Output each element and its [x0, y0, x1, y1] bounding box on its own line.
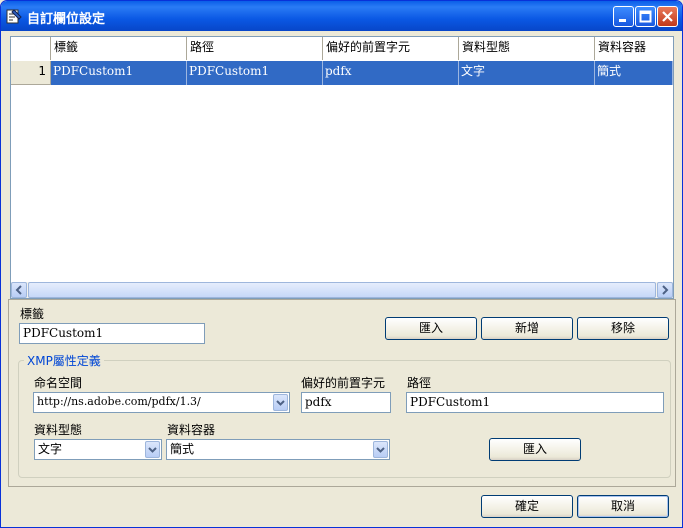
namespace-dropdown-button[interactable]: [273, 394, 288, 411]
container-label: 資料容器: [167, 423, 216, 437]
path-label: 路徑: [407, 376, 432, 390]
close-button[interactable]: [657, 6, 678, 27]
remove-button[interactable]: 移除: [577, 317, 669, 340]
xmp-import-button[interactable]: 匯入: [489, 438, 581, 461]
window-title: 自訂欄位設定: [27, 12, 106, 27]
container-combo[interactable]: 簡式: [166, 439, 390, 460]
xmp-group-title: XMP屬性定義: [24, 352, 104, 369]
arrow-left-icon: [15, 285, 22, 295]
table-row[interactable]: 1 PDFCustom1 PDFCustom1 pdfx 文字 簡式: [11, 61, 673, 85]
maximize-icon: [639, 10, 652, 23]
cell-prefix[interactable]: pdfx: [323, 61, 459, 85]
column-header-path[interactable]: 路徑: [187, 37, 323, 60]
cancel-button[interactable]: 取消: [577, 495, 669, 518]
namespace-value: http://ns.adobe.com/pdfx/1.3/: [37, 395, 201, 408]
cell-path[interactable]: PDFCustom1: [187, 61, 323, 85]
add-button[interactable]: 新增: [481, 317, 573, 340]
datatype-label: 資料型態: [34, 423, 83, 437]
column-header-prefix[interactable]: 偏好的前置字元: [323, 37, 459, 60]
datatype-combo[interactable]: 文字: [34, 439, 162, 460]
maximize-button[interactable]: [635, 6, 656, 27]
scroll-left-button[interactable]: [11, 282, 27, 298]
cell-tag[interactable]: PDFCustom1: [51, 61, 187, 85]
column-header-datatype[interactable]: 資料型態: [459, 37, 595, 60]
tag-label: 標籤: [20, 307, 45, 321]
row-number[interactable]: 1: [11, 61, 51, 85]
grid-header: 標籤 路徑 偏好的前置字元 資料型態 資料容器: [11, 37, 673, 62]
cell-datatype[interactable]: 文字: [459, 61, 595, 85]
custom-fields-grid[interactable]: 標籤 路徑 偏好的前置字元 資料型態 資料容器 1 PDFCustom1 PDF…: [10, 36, 674, 299]
title-bar[interactable]: 自訂欄位設定: [1, 1, 682, 31]
horizontal-scrollbar[interactable]: [11, 282, 673, 298]
row-header-corner: [11, 37, 51, 60]
dialog-window: 自訂欄位設定 標籤 路徑 偏好的前置字元 資料型態 資料容器 1 PDFCust…: [0, 0, 683, 528]
minimize-icon: [619, 19, 626, 22]
import-button[interactable]: 匯入: [385, 317, 477, 340]
column-header-container[interactable]: 資料容器: [595, 37, 673, 60]
chevron-down-icon: [376, 447, 385, 453]
cell-container[interactable]: 簡式: [595, 61, 673, 85]
prefix-label: 偏好的前置字元: [301, 376, 386, 390]
app-icon: [6, 9, 22, 24]
datatype-value: 文字: [38, 442, 63, 456]
prefix-input[interactable]: pdfx: [301, 392, 391, 413]
column-header-tag[interactable]: 標籤: [51, 37, 187, 60]
datatype-dropdown-button[interactable]: [145, 441, 160, 458]
path-input[interactable]: PDFCustom1: [406, 392, 664, 413]
tag-input[interactable]: PDFCustom1: [19, 323, 205, 344]
scroll-thumb[interactable]: [28, 282, 656, 298]
chevron-down-icon: [148, 447, 157, 453]
minimize-button[interactable]: [613, 6, 634, 27]
namespace-label: 命名空間: [34, 376, 83, 390]
scroll-right-button[interactable]: [657, 282, 673, 298]
chevron-down-icon: [276, 400, 285, 406]
arrow-right-icon: [662, 285, 669, 295]
namespace-combo[interactable]: http://ns.adobe.com/pdfx/1.3/: [33, 392, 290, 413]
container-value: 簡式: [170, 442, 195, 456]
container-dropdown-button[interactable]: [373, 441, 388, 458]
ok-button[interactable]: 確定: [481, 495, 573, 518]
close-icon: [662, 11, 673, 22]
